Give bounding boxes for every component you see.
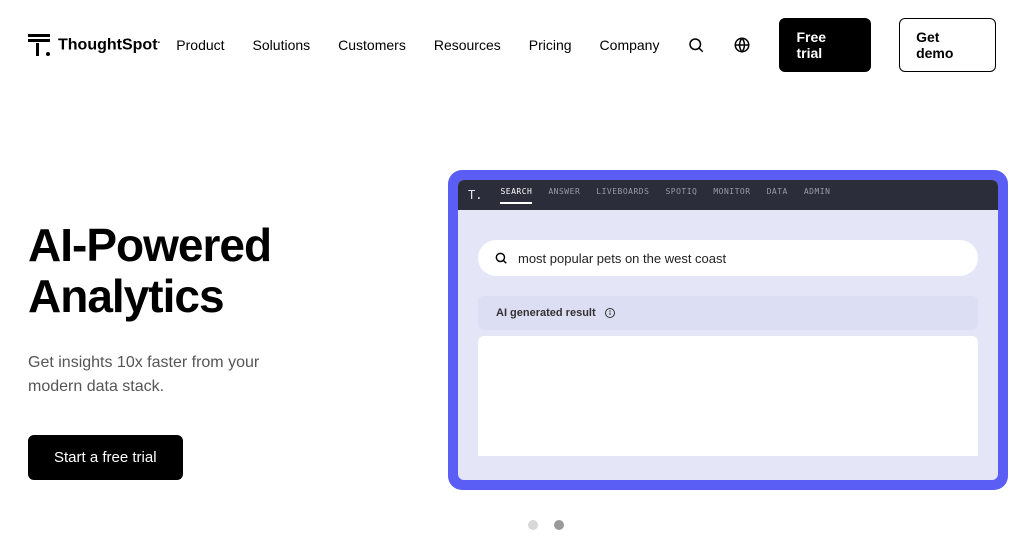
- brand-logo[interactable]: ThoughtSpot: [28, 34, 160, 56]
- hero-title: AI-Powered Analytics: [28, 220, 408, 321]
- get-demo-button[interactable]: Get demo: [899, 18, 996, 72]
- result-label: AI generated result: [496, 307, 596, 319]
- tab-admin[interactable]: ADMIN: [804, 187, 831, 204]
- embedded-search-query: most popular pets on the west coast: [518, 251, 726, 266]
- embedded-app-body: most popular pets on the west coast AI g…: [458, 210, 998, 466]
- brand-name: ThoughtSpot: [58, 35, 160, 54]
- embedded-app-topbar: T. SEARCH ANSWER LIVEBOARDS SPOTIQ MONIT…: [458, 180, 998, 210]
- hero-subtitle: Get insights 10x faster from your modern…: [28, 351, 308, 399]
- logo-mark-icon: [28, 34, 50, 56]
- nav-company[interactable]: Company: [600, 37, 660, 53]
- tab-answer[interactable]: ANSWER: [548, 187, 580, 204]
- nav-solutions[interactable]: Solutions: [253, 37, 311, 53]
- nav-pricing[interactable]: Pricing: [529, 37, 572, 53]
- globe-icon[interactable]: [733, 36, 751, 54]
- result-body: [478, 336, 978, 456]
- tab-spotiq[interactable]: SPOTIQ: [665, 187, 697, 204]
- nav-customers[interactable]: Customers: [338, 37, 406, 53]
- carousel-dot-1[interactable]: [528, 520, 538, 530]
- main-nav: Product Solutions Customers Resources Pr…: [176, 18, 996, 72]
- embedded-app-frame: T. SEARCH ANSWER LIVEBOARDS SPOTIQ MONIT…: [448, 170, 1008, 490]
- result-container: AI generated result: [478, 296, 978, 456]
- hero-title-line1: AI-Powered: [28, 219, 271, 271]
- embedded-app-logo-icon: T.: [468, 188, 482, 202]
- result-header: AI generated result: [478, 296, 978, 330]
- site-header: ThoughtSpot Product Solutions Customers …: [0, 0, 1024, 90]
- nav-resources[interactable]: Resources: [434, 37, 501, 53]
- carousel-dot-2[interactable]: [554, 520, 564, 530]
- tab-monitor[interactable]: MONITOR: [713, 187, 750, 204]
- tab-liveboards[interactable]: LIVEBOARDS: [596, 187, 649, 204]
- search-icon[interactable]: [687, 36, 705, 54]
- carousel-dots: [68, 520, 1024, 530]
- embedded-app-window: T. SEARCH ANSWER LIVEBOARDS SPOTIQ MONIT…: [458, 180, 998, 480]
- embedded-app-tabs: SEARCH ANSWER LIVEBOARDS SPOTIQ MONITOR …: [500, 187, 830, 204]
- hero-copy: AI-Powered Analytics Get insights 10x fa…: [28, 170, 408, 480]
- hero-title-line2: Analytics: [28, 270, 224, 322]
- search-icon: [494, 251, 508, 265]
- hero-illustration: T. SEARCH ANSWER LIVEBOARDS SPOTIQ MONIT…: [448, 170, 1024, 530]
- embedded-search-bar[interactable]: most popular pets on the west coast: [478, 240, 978, 276]
- tab-data[interactable]: DATA: [767, 187, 788, 204]
- tab-search[interactable]: SEARCH: [500, 187, 532, 204]
- nav-product[interactable]: Product: [176, 37, 224, 53]
- info-icon: [604, 307, 616, 319]
- start-free-trial-button[interactable]: Start a free trial: [28, 435, 183, 480]
- free-trial-button[interactable]: Free trial: [779, 18, 871, 72]
- hero-section: AI-Powered Analytics Get insights 10x fa…: [0, 90, 1024, 530]
